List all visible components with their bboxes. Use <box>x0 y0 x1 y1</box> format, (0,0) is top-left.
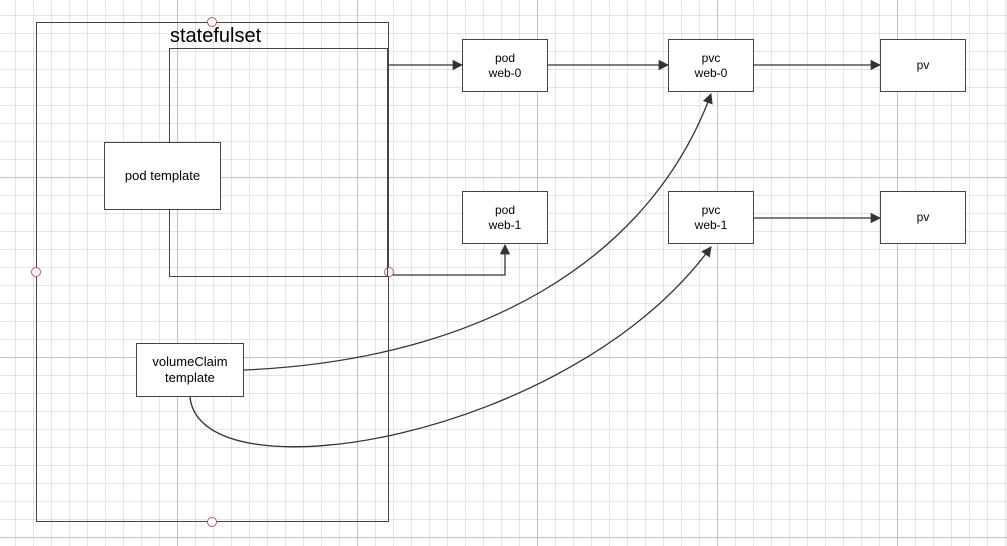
pv-1-label: pv <box>917 210 930 225</box>
pod-web-1-label: pod web-1 <box>489 203 522 233</box>
resize-handle-left[interactable] <box>31 267 41 277</box>
volume-claim-template-label: volumeClaim template <box>152 354 227 387</box>
pvc-web-1[interactable]: pvc web-1 <box>668 191 754 244</box>
pv-0-label: pv <box>917 58 930 73</box>
pvc-web-0-label: pvc web-0 <box>695 51 728 81</box>
pod-web-0[interactable]: pod web-0 <box>462 39 548 92</box>
pod-web-1[interactable]: pod web-1 <box>462 191 548 244</box>
pvc-web-0[interactable]: pvc web-0 <box>668 39 754 92</box>
pod-template-label: pod template <box>125 168 200 184</box>
pod-web-0-label: pod web-0 <box>489 51 522 81</box>
volume-claim-template-box[interactable]: volumeClaim template <box>136 343 244 397</box>
pv-1[interactable]: pv <box>880 191 966 244</box>
pv-0[interactable]: pv <box>880 39 966 92</box>
edge-podtpl-to-pod1 <box>388 245 505 275</box>
pvc-web-1-label: pvc web-1 <box>695 203 728 233</box>
resize-handle-bottom[interactable] <box>207 517 217 527</box>
pod-template-box[interactable]: pod template <box>104 142 221 210</box>
statefulset-title: statefulset <box>170 26 261 46</box>
